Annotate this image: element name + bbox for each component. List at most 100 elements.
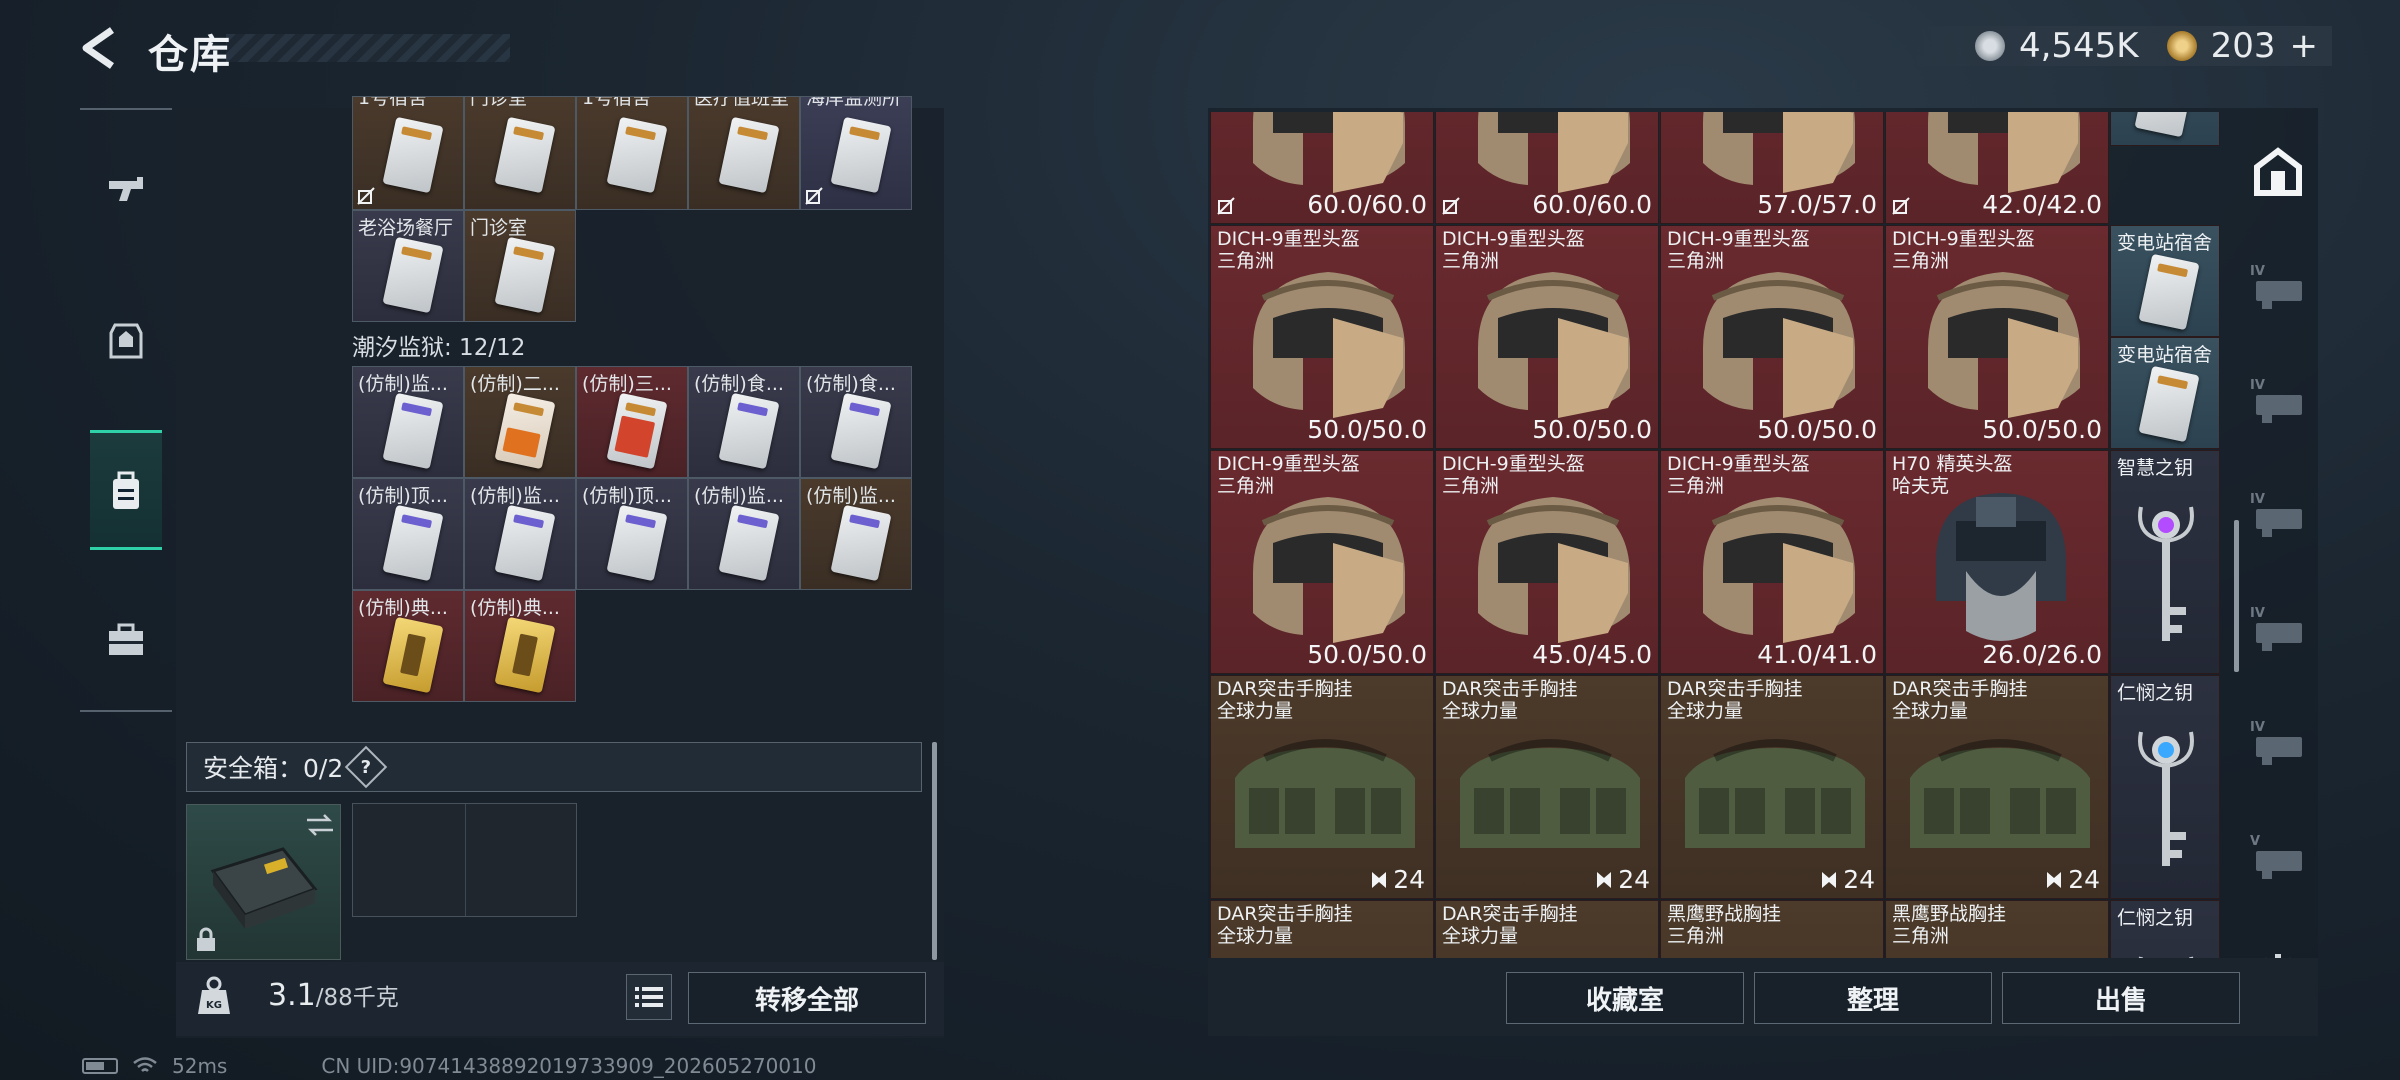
inventory-item[interactable]: DICH-9重型头盔 三角洲 50.0/50.0 (1210, 450, 1434, 674)
item-title: DICH-9重型头盔 (1217, 453, 1360, 475)
key-card-item[interactable] (2110, 112, 2220, 146)
key-card-cell[interactable]: (仿制)监... (688, 478, 800, 590)
inventory-item[interactable]: DICH-9重型头盔 三角洲 50.0/50.0 (1435, 225, 1659, 449)
helmet-icon (1253, 272, 1405, 418)
collection-room-button[interactable]: 收藏室 (1506, 972, 1744, 1024)
key-icon (2138, 731, 2194, 866)
item-faction: 全球力量 (1667, 700, 1744, 722)
item-title: DICH-9重型头盔 (1892, 228, 2035, 250)
key-card-item[interactable]: 变电站宿舍 (2110, 225, 2220, 337)
inventory-item[interactable]: DAR突击手胸挂 全球力量 (1435, 900, 1659, 958)
inventory-item[interactable]: 60.0/60.0 (1435, 112, 1659, 224)
safe-box-empty-slots[interactable] (352, 803, 577, 917)
v-gear-icon[interactable]: V (2246, 824, 2310, 888)
inventory-item[interactable]: 黑鹰野战胸挂 三角洲 (1660, 900, 1884, 958)
key-card-cell[interactable]: (仿制)监... (800, 478, 912, 590)
key-card-cell[interactable]: (仿制)监... (352, 366, 464, 478)
key-item[interactable]: 仁悯之钥 (2110, 900, 2220, 958)
rail-toolbox-button[interactable] (90, 580, 162, 700)
capacity-value: 24 (2044, 865, 2100, 894)
key-item[interactable]: 智慧之钥 (2110, 450, 2220, 674)
cell-label: (仿制)监... (806, 485, 896, 507)
swap-icon[interactable] (305, 813, 335, 837)
key-card-cell[interactable]: (仿制)食... (688, 366, 800, 478)
iv-rifle-icon[interactable]: IV (2246, 368, 2310, 432)
key-card-cell[interactable]: 海岸监测所 (800, 96, 912, 210)
item-faction: 三角洲 (1892, 250, 1950, 272)
item-name: DICH-9重型头盔 三角洲 (1442, 228, 1585, 272)
key-card-icon (382, 616, 444, 694)
key-card-cell[interactable]: 门诊室 (464, 96, 576, 210)
inventory-item[interactable]: DAR突击手胸挂 全球力量 24 (1660, 675, 1884, 899)
iv-ammo-icon[interactable]: IV (2246, 482, 2310, 546)
capacity-icon (1597, 871, 1612, 888)
sell-button[interactable]: 出售 (2002, 972, 2240, 1024)
inventory-item[interactable]: DAR突击手胸挂 全球力量 24 (1435, 675, 1659, 899)
key-card-cell[interactable]: 1号宿舍 (352, 96, 464, 210)
iv-armor-icon[interactable]: IV (2246, 596, 2310, 660)
rail-backpack-button[interactable] (90, 430, 162, 550)
item-title: DAR突击手胸挂 (1217, 678, 1353, 700)
key-card-cell[interactable]: (仿制)顶... (576, 478, 688, 590)
cell-label: 1号宿舍 (582, 96, 652, 109)
capacity-value: 24 (1594, 865, 1650, 894)
helmet-icon (1703, 272, 1855, 418)
key-card-cell[interactable]: 门诊室 (464, 210, 576, 322)
key-card-cell[interactable]: (仿制)顶... (352, 478, 464, 590)
key-card-cell[interactable]: (仿制)食... (800, 366, 912, 478)
inventory-item[interactable]: DICH-9重型头盔 三角洲 45.0/45.0 (1435, 450, 1659, 674)
cell-label: (仿制)典... (470, 597, 560, 619)
key-item[interactable]: 仁悯之钥 (2110, 675, 2220, 899)
key-card-cell[interactable]: (仿制)典... (352, 590, 464, 702)
key-card-cell[interactable]: (仿制)三... (576, 366, 688, 478)
key-card-cell[interactable]: (仿制)典... (464, 590, 576, 702)
warehouse-scrollbar[interactable] (2234, 520, 2239, 672)
inventory-item[interactable]: 57.0/57.0 (1660, 112, 1884, 224)
back-arrow-icon[interactable] (78, 26, 122, 70)
item-title: H70 精英头盔 (1892, 453, 2013, 475)
rail-weapon-button[interactable] (90, 130, 162, 250)
all-icon[interactable] (2246, 140, 2310, 204)
uid-text: CN UID:90741438892019733909_202605270010 (321, 1054, 817, 1078)
svg-text:V: V (2250, 834, 2260, 849)
armor-icon (109, 323, 143, 359)
inventory-item[interactable]: 42.0/42.0 (1885, 112, 2109, 224)
key-card-cell[interactable]: (仿制)监... (464, 478, 576, 590)
add-currency-button[interactable]: + (2290, 26, 2319, 66)
inventory-item[interactable]: DICH-9重型头盔 三角洲 50.0/50.0 (1885, 225, 2109, 449)
item-faction: 三角洲 (1892, 925, 1950, 947)
cell-label: 门诊室 (470, 96, 528, 109)
chest-rig-icon (1235, 739, 1415, 848)
inventory-item[interactable]: 黑鹰野战胸挂 三角洲 (1885, 900, 2109, 958)
sort-button[interactable]: 整理 (1754, 972, 1992, 1024)
key-card-cell[interactable]: 医疗值班室 (688, 96, 800, 210)
iv-medkit-icon[interactable]: IV (2246, 710, 2310, 774)
inventory-item[interactable]: DAR突击手胸挂 全球力量 (1210, 900, 1434, 958)
safe-case-slot[interactable] (186, 804, 341, 960)
cell-label: (仿制)顶... (358, 485, 448, 507)
inventory-item[interactable]: H70 精英头盔 哈夫克 26.0/26.0 (1885, 450, 2109, 674)
inventory-item[interactable]: DAR突击手胸挂 全球力量 24 (1210, 675, 1434, 899)
item-name: DAR突击手胸挂 全球力量 (1442, 678, 1578, 722)
item-name: 变电站宿舍 (2117, 232, 2213, 254)
key-card-item[interactable]: 变电站宿舍 (2110, 337, 2220, 449)
transfer-all-button[interactable]: 转移全部 (688, 972, 926, 1024)
left-scrollbar[interactable] (932, 742, 937, 960)
iv-gun-icon[interactable]: IV (2246, 254, 2310, 318)
help-icon[interactable]: ? (345, 745, 388, 789)
no-trade-icon (805, 187, 823, 205)
inventory-item[interactable]: DICH-9重型头盔 三角洲 50.0/50.0 (1660, 225, 1884, 449)
key-card-cell[interactable]: 1号宿舍 (576, 96, 688, 210)
inventory-item[interactable]: DICH-9重型头盔 三角洲 41.0/41.0 (1660, 450, 1884, 674)
item-faction: 哈夫克 (1892, 475, 1950, 497)
key-card-cell[interactable]: (仿制)二... (464, 366, 576, 478)
gold-currency-value: 203 (2210, 26, 2276, 66)
rail-armor-button[interactable] (90, 280, 162, 400)
list-view-button[interactable] (626, 974, 672, 1020)
inventory-item[interactable]: DICH-9重型头盔 三角洲 50.0/50.0 (1210, 225, 1434, 449)
item-title: 黑鹰野战胸挂 (1892, 903, 2007, 925)
key-card-cell[interactable]: 老浴场餐厅 (352, 210, 464, 322)
inventory-item[interactable]: 60.0/60.0 (1210, 112, 1434, 224)
inventory-item[interactable]: DAR突击手胸挂 全球力量 24 (1885, 675, 2109, 899)
key-card-icon (494, 504, 556, 582)
